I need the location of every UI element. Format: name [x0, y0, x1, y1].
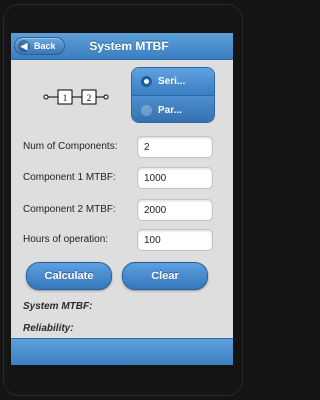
- component-1-mtbf-input[interactable]: 1000: [137, 167, 213, 189]
- hours-of-operation-label: Hours of operation:: [23, 234, 109, 245]
- system-mtbf-result-label: System MTBF:: [23, 301, 93, 312]
- component-2-mtbf-label: Component 2 MTBF:: [23, 204, 116, 215]
- component-2-mtbf-input[interactable]: 2000: [137, 199, 213, 221]
- hours-of-operation-input[interactable]: 100: [137, 229, 213, 251]
- app-screen: System MTBF ◀ Back 1 2 Seri... Par... Nu…: [11, 33, 233, 365]
- field-row-num-components: Num of Components: 2: [11, 136, 233, 158]
- diagram-terminal-right: [103, 94, 109, 100]
- field-row-hours: Hours of operation: 100: [11, 229, 233, 251]
- radio-unselected-icon: [141, 104, 152, 116]
- back-arrow-icon: ◀: [18, 40, 30, 52]
- diagram-terminal-left: [43, 94, 49, 100]
- series-diagram: 1 2: [43, 89, 109, 105]
- footer-bar: [11, 338, 233, 365]
- back-button-label: Back: [34, 41, 56, 51]
- field-row-component-2: Component 2 MTBF: 2000: [11, 199, 233, 221]
- radio-series-label: Seri...: [158, 76, 186, 87]
- header-bar: System MTBF ◀ Back: [11, 33, 233, 60]
- configuration-radio-group: Seri... Par...: [131, 67, 215, 123]
- component-1-mtbf-label: Component 1 MTBF:: [23, 172, 116, 183]
- radio-parallel-label: Par...: [158, 104, 182, 116]
- num-components-label: Num of Components:: [23, 141, 118, 152]
- radio-series[interactable]: Seri...: [132, 68, 214, 96]
- num-components-input[interactable]: 2: [137, 136, 213, 158]
- back-button[interactable]: ◀ Back: [14, 37, 65, 55]
- clear-button[interactable]: Clear: [122, 262, 208, 290]
- diagram-block-2-label: 2: [87, 93, 92, 103]
- radio-parallel[interactable]: Par...: [132, 96, 214, 122]
- calculate-button[interactable]: Calculate: [26, 262, 112, 290]
- reliability-result-label: Reliability:: [23, 323, 74, 334]
- diagram-block-1-label: 1: [63, 93, 68, 103]
- device-frame: System MTBF ◀ Back 1 2 Seri... Par... Nu…: [0, 0, 246, 400]
- field-row-component-1: Component 1 MTBF: 1000: [11, 167, 233, 189]
- radio-selected-icon: [141, 76, 152, 87]
